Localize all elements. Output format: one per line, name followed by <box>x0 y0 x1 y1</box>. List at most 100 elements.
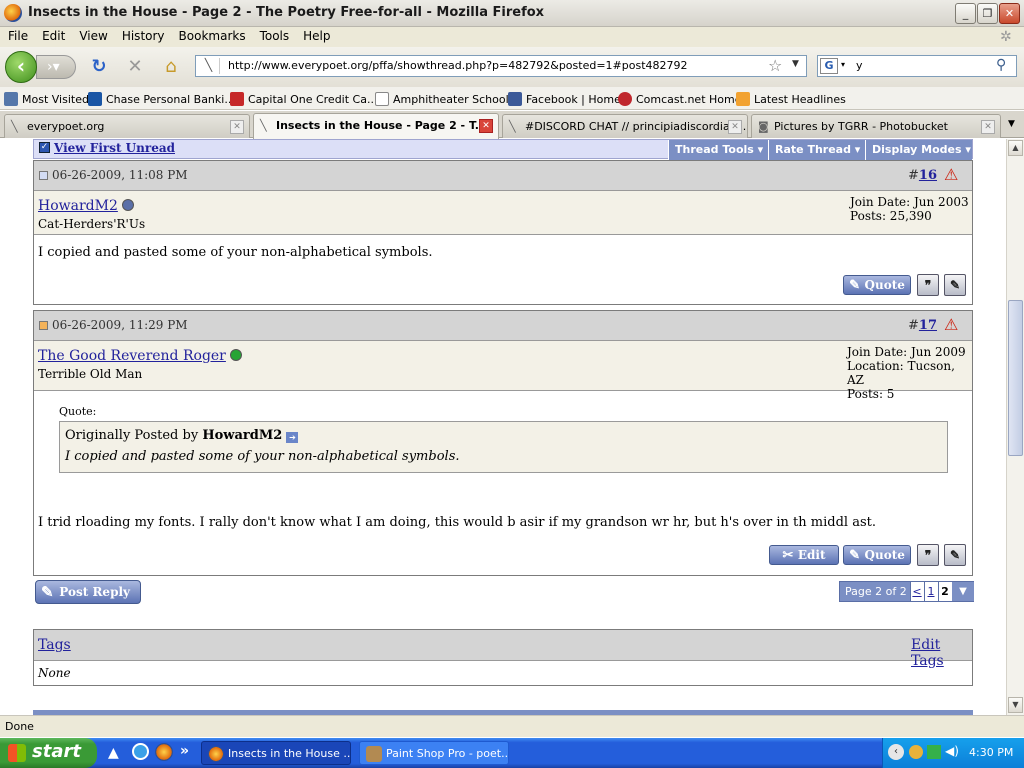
display-modes-menu[interactable]: Display Modes ▾ <box>865 140 972 160</box>
thread-tools-menu[interactable]: Thread Tools ▾ <box>668 140 768 160</box>
url-bar[interactable]: ╲ http://www.everypoet.org/pffa/showthre… <box>195 55 807 77</box>
search-input[interactable]: y <box>856 59 863 72</box>
menu-edit[interactable]: Edit <box>42 27 65 43</box>
quick-reply-icon[interactable]: ✎ <box>944 544 966 566</box>
scroll-up-icon[interactable]: ▲ <box>1008 140 1023 156</box>
ie-icon[interactable] <box>132 743 149 760</box>
favicon-icon: ╲ <box>260 119 267 132</box>
rss-icon <box>736 92 750 106</box>
quote-pen-icon: ✎ <box>849 278 865 293</box>
bookmarks-toolbar: Most Visited Chase Personal Banki... Cap… <box>0 87 1024 110</box>
search-bar[interactable]: G ▾ y ⚲ <box>817 55 1017 77</box>
close-button[interactable]: ✕ <box>999 3 1020 24</box>
scroll-thumb[interactable] <box>1008 300 1023 456</box>
post-user-info: HowardM2 Cat-Herders'R'Us Join Date: Jun… <box>34 191 972 235</box>
volume-icon[interactable]: ◀) <box>945 744 959 758</box>
firefox-quicklaunch-icon[interactable] <box>155 743 173 761</box>
pager-dropdown-icon[interactable]: ▼ <box>952 582 974 601</box>
tab-list-icon[interactable]: ▼ <box>1008 119 1015 129</box>
quick-reply-icon[interactable]: ✎ <box>944 274 966 296</box>
tab-photobucket[interactable]: ◙ Pictures by TGRR - Photobucket ✕ <box>751 114 1001 138</box>
post-icon <box>39 171 48 180</box>
maximize-button[interactable]: ❐ <box>977 3 998 24</box>
url-text[interactable]: http://www.everypoet.org/pffa/showthread… <box>228 59 688 72</box>
forward-button[interactable]: ›▾ <box>36 55 76 79</box>
tab-everypoet[interactable]: ╲ everypoet.org ✕ <box>4 114 250 138</box>
post-number-link[interactable]: 16 <box>919 168 937 183</box>
user-title: Terrible Old Man <box>38 367 143 381</box>
start-button[interactable]: start <box>0 738 97 768</box>
offline-status-icon <box>121 199 134 211</box>
view-post-icon[interactable]: ➔ <box>286 432 299 443</box>
menu-file[interactable]: File <box>8 27 28 43</box>
back-button[interactable]: ‹ <box>5 51 37 83</box>
more-quicklaunch-icon[interactable]: » <box>180 743 189 759</box>
bookmark-star-icon[interactable]: ☆ <box>768 56 782 75</box>
user-stats: Join Date: Jun 2009 Location: Tucson, AZ… <box>847 345 966 401</box>
post-date: 06-26-2009, 11:29 PM <box>39 318 188 332</box>
post-date: 06-26-2009, 11:08 PM <box>39 168 188 182</box>
task-firefox[interactable]: Insects in the House ... <box>201 741 351 765</box>
post-reply-button[interactable]: ✎ Post Reply <box>35 580 141 604</box>
bookmark-chase[interactable]: Chase Personal Banki... <box>88 92 235 106</box>
rate-thread-menu[interactable]: Rate Thread ▾ <box>768 140 865 160</box>
view-first-unread-link[interactable]: View First Unread <box>54 141 175 155</box>
throbber-icon: ✲ <box>1000 29 1012 45</box>
thread-controls-bar: ✓ View First Unread Thread Tools ▾ Rate … <box>33 139 973 160</box>
scroll-down-icon[interactable]: ▼ <box>1008 697 1023 713</box>
status-bar: Done <box>0 715 1024 737</box>
engine-dropdown-icon[interactable]: ▾ <box>841 60 845 69</box>
tab-close-icon[interactable]: ✕ <box>728 120 742 134</box>
page-1-link[interactable]: 1 <box>924 582 937 601</box>
network-icon[interactable] <box>909 745 923 759</box>
site-identity-icon[interactable]: ╲ <box>198 58 220 74</box>
tab-close-icon[interactable]: ✕ <box>981 120 995 134</box>
menu-history[interactable]: History <box>122 27 165 43</box>
multi-quote-icon[interactable]: ❞ <box>917 544 939 566</box>
menu-view[interactable]: View <box>79 27 107 43</box>
tab-close-icon[interactable]: ✕ <box>230 120 244 134</box>
tags-link[interactable]: Tags <box>38 637 71 653</box>
post-header: 06-26-2009, 11:08 PM #16 ⚠ <box>34 161 972 191</box>
search-icon[interactable]: ⚲ <box>996 57 1006 73</box>
bookmark-amphitheater[interactable]: Amphitheater Schools <box>375 92 514 106</box>
menu-tools[interactable]: Tools <box>260 27 290 43</box>
edit-button[interactable]: ✂ Edit <box>769 545 839 565</box>
search-engine-icon[interactable]: G <box>820 58 838 74</box>
bookmark-facebook[interactable]: Facebook | Home <box>508 92 621 106</box>
bookmark-comcast[interactable]: Comcast.net Home <box>618 92 742 106</box>
home-icon[interactable]: ⌂ <box>160 56 182 78</box>
bookmark-latest-headlines[interactable]: Latest Headlines <box>736 92 846 106</box>
prev-page-link[interactable]: < <box>910 582 923 601</box>
clock[interactable]: 4:30 PM <box>969 746 1013 759</box>
tab-insects[interactable]: ╲ Insects in the House - Page 2 - T... ✕ <box>253 113 499 139</box>
tray-expand-icon[interactable]: ‹ <box>888 744 904 760</box>
quote-button[interactable]: ✎ Quote <box>843 275 911 295</box>
minimize-button[interactable]: _ <box>955 3 976 24</box>
stop-icon[interactable]: ✕ <box>124 56 146 78</box>
post-number-link[interactable]: 17 <box>919 318 937 333</box>
user-title: Cat-Herders'R'Us <box>38 217 146 231</box>
url-dropdown-icon[interactable]: ▼ <box>792 59 799 69</box>
edit-tags-link[interactable]: Edit Tags <box>911 637 972 669</box>
report-post-icon[interactable]: ⚠ <box>944 166 962 184</box>
multi-quote-icon[interactable]: ❞ <box>917 274 939 296</box>
quicklaunch-icon[interactable]: ▲ <box>108 745 119 761</box>
username-link[interactable]: The Good Reverend Roger <box>38 348 242 364</box>
tab-discord[interactable]: ╲ #DISCORD CHAT // principiadiscordia.c..… <box>502 114 748 138</box>
vertical-scrollbar[interactable]: ▲ ▼ <box>1006 139 1024 715</box>
quote-button[interactable]: ✎ Quote <box>843 545 911 565</box>
bookmark-capital-one[interactable]: Capital One Credit Ca... <box>230 92 377 106</box>
task-paint-shop-pro[interactable]: Paint Shop Pro - poet... <box>359 741 509 765</box>
report-post-icon[interactable]: ⚠ <box>944 316 962 334</box>
menu-bookmarks[interactable]: Bookmarks <box>179 27 246 43</box>
username-link[interactable]: HowardM2 <box>38 198 134 214</box>
menu-help[interactable]: Help <box>303 27 330 43</box>
tab-close-icon[interactable]: ✕ <box>479 119 493 133</box>
page-content: ✓ View First Unread Thread Tools ▾ Rate … <box>0 139 1006 715</box>
reload-icon[interactable]: ↻ <box>88 56 110 78</box>
media-icon[interactable] <box>927 745 941 759</box>
bookmark-most-visited[interactable]: Most Visited <box>4 92 89 106</box>
page-label: Page 2 of 2 <box>840 582 910 601</box>
post-17: 06-26-2009, 11:29 PM #17 ⚠ The Good Reve… <box>33 310 973 576</box>
